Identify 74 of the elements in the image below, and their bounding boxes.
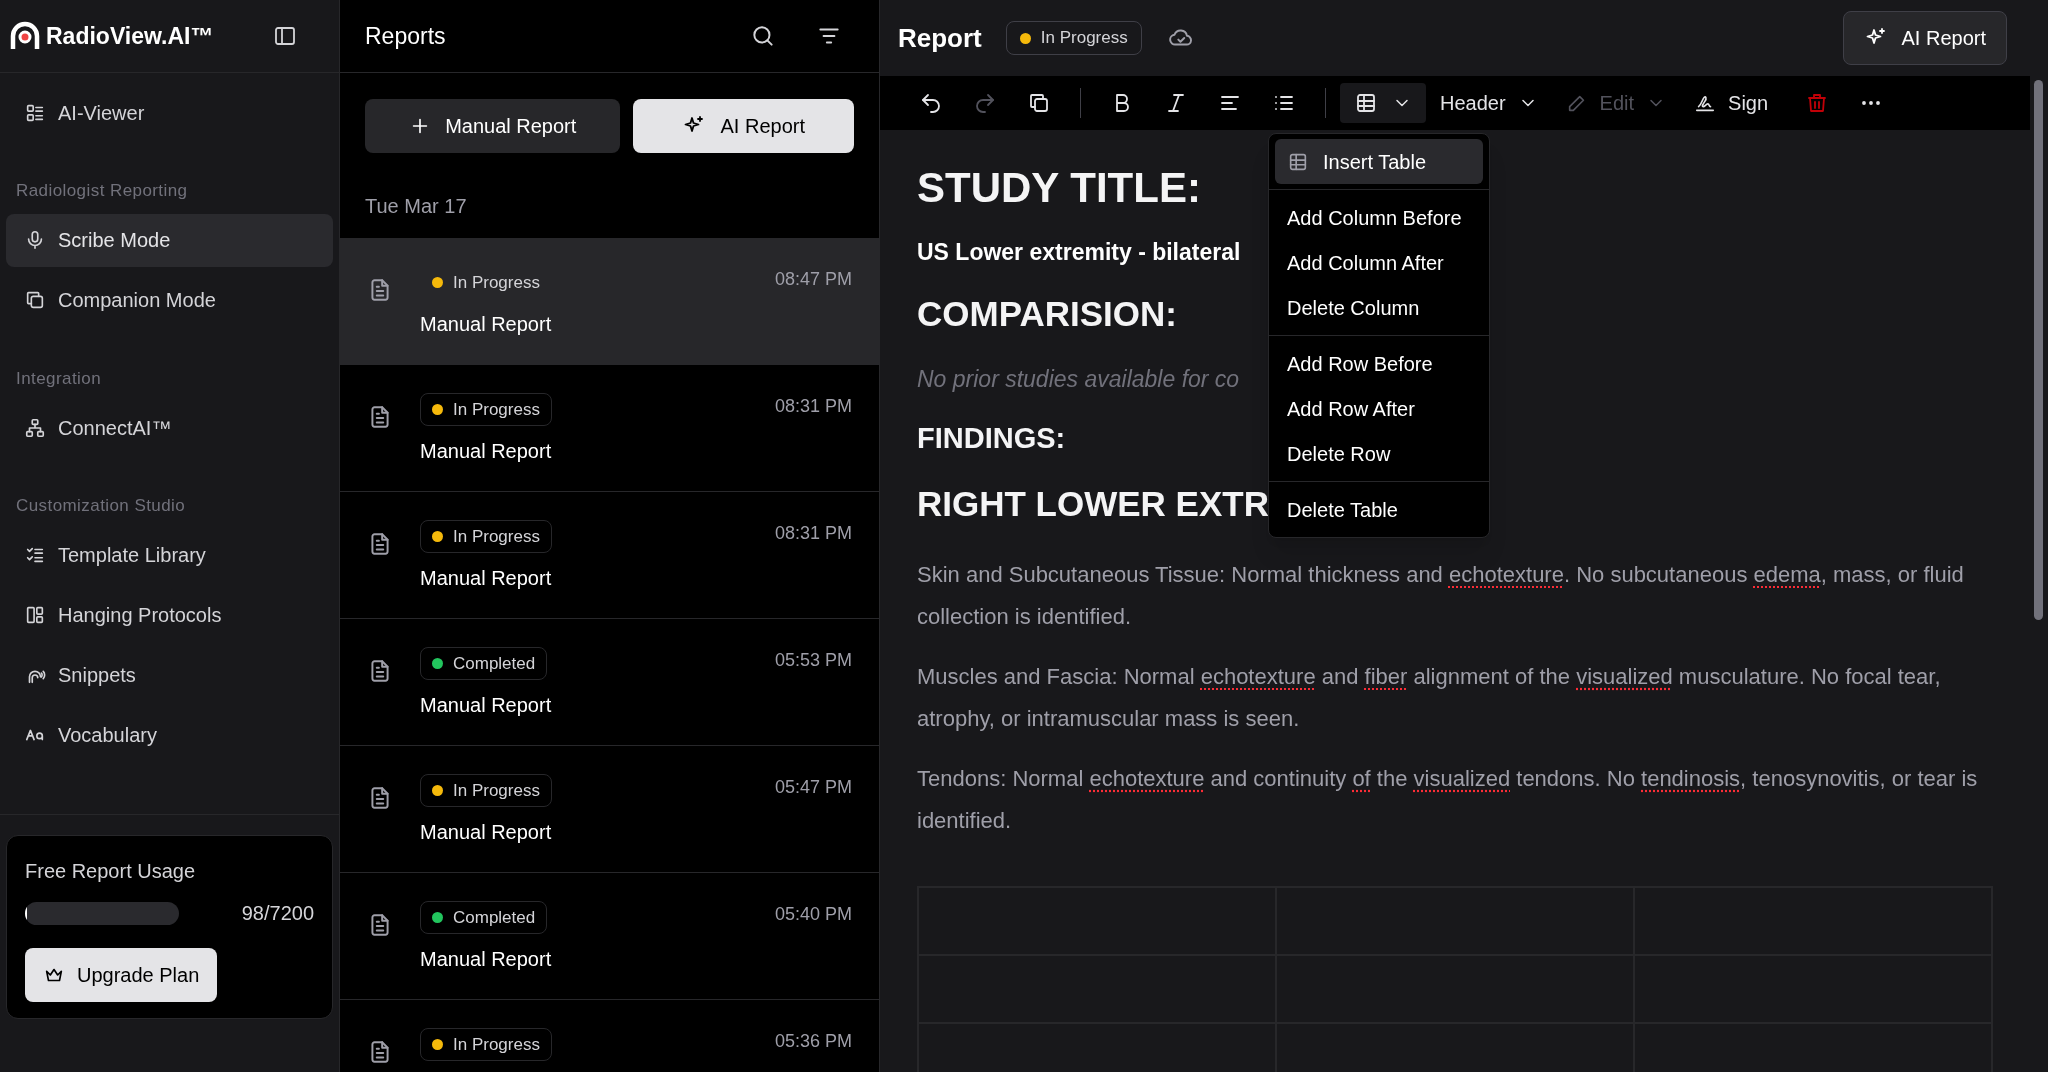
findings-paragraph: Tendons: Normal echotexture and continuity of the visualized tendons. No tendinosis, tenosynovitis, or tear is identified. (917, 765, 1979, 835)
table-button[interactable] (1340, 83, 1426, 123)
ai-report-button[interactable]: AI Report (1842, 11, 2007, 65)
more-icon (1861, 101, 1882, 105)
ai-report-button[interactable]: AI Report (633, 99, 854, 153)
upgrade-plan-button[interactable]: Upgrade Plan (25, 948, 218, 1002)
sidebar-item[interactable]: AI-Viewer (6, 86, 333, 139)
report-list-item[interactable]: In Progress Manual Report 08:47 PM (340, 238, 879, 365)
brand-name: RadioView.AI™ (46, 21, 214, 51)
findings-paragraph: Muscles and Fascia: Normal echotexture and fiber alignment of the visualized musculature. No focal tear, atrophy, or intramuscular mass is seen. (917, 663, 1942, 733)
report-time: 08:31 PM (774, 395, 852, 418)
search-icon (750, 23, 776, 49)
report-time: 05:36 PM (774, 1030, 852, 1053)
report-title: Manual Report (420, 693, 552, 718)
table-icon (1354, 91, 1378, 115)
sidebar-item[interactable]: Vocabulary (6, 708, 333, 762)
status-badge: In Progress (420, 774, 552, 807)
menu-item[interactable]: Insert Table (1275, 139, 1483, 184)
menu-item[interactable]: Delete Column (1275, 285, 1483, 330)
sidebar-item[interactable]: Companion Mode (6, 273, 333, 327)
report-title: Manual Report (420, 312, 552, 337)
study-title-text: US Lower extremity - bilateral (917, 238, 1241, 267)
sidebar-item[interactable]: Scribe Mode (6, 213, 333, 267)
report-time: 05:53 PM (774, 649, 852, 672)
sidebar-item[interactable]: Snippets (6, 648, 333, 702)
report-title: Manual Report (420, 439, 552, 464)
report-title: Manual Report (420, 820, 552, 845)
layout-icon (24, 604, 46, 626)
section-label: Radiologist Reporting (15, 180, 189, 202)
comparison-note: No prior studies available for co (917, 365, 1240, 394)
editor-title: Report (898, 21, 982, 55)
sidebar-item[interactable]: Template Library (6, 528, 333, 582)
report-title: Manual Report (420, 947, 552, 972)
sign-button[interactable]: Sign (1680, 83, 1783, 123)
status-badge: In Progress (1005, 21, 1142, 55)
usage-count: 98/7200 (241, 901, 314, 926)
findings-paragraph: Skin and Subcutaneous Tissue: Normal thickness and echotexture. No subcutaneous edema, mass, or fluid collection is identified. (917, 561, 1965, 631)
menu-item[interactable]: Add Column Before (1275, 195, 1483, 240)
section-label: Customization Studio (15, 495, 187, 517)
report-time: 05:47 PM (774, 776, 852, 799)
status-badge: In Progress (420, 1028, 552, 1061)
usage-title: Free Report Usage (25, 859, 197, 884)
status-badge: Completed (420, 647, 548, 680)
copy-icon (24, 289, 46, 311)
manual-report-button[interactable]: Manual Report (365, 99, 621, 153)
sidebar-item[interactable]: Hanging Protocols (6, 588, 333, 642)
section-label: Integration (15, 367, 102, 390)
panel-title: Reports (365, 21, 446, 51)
status-badge: In Progress (420, 393, 552, 426)
report-heading: RIGHT LOWER EXTR (917, 483, 1269, 525)
menu-item[interactable]: Add Row After (1275, 386, 1483, 431)
report-heading: COMPARISION: (917, 293, 1177, 335)
sidebar-toggle-icon (273, 24, 297, 48)
header-dropdown[interactable]: Header (1426, 83, 1552, 123)
menu-item[interactable]: Add Column After (1275, 240, 1483, 285)
report-heading: FINDINGS: (917, 421, 1066, 456)
report-time: 08:47 PM (774, 268, 852, 291)
report-time: 08:31 PM (774, 522, 852, 545)
undo-icon (919, 91, 943, 115)
status-badge: In Progress (420, 520, 552, 553)
report-heading: STUDY TITLE: (917, 163, 1201, 213)
network-icon (24, 416, 46, 439)
menu-item[interactable]: Delete Table (1275, 487, 1483, 532)
sidebar-toggle-button[interactable] (273, 24, 297, 48)
redo-icon (973, 91, 997, 115)
copy-icon (1027, 91, 1051, 115)
sidebar-item[interactable]: ConnectAI™ (6, 401, 333, 454)
date-heading: Tue Mar 17 (364, 194, 468, 219)
report-title: Manual Report (420, 566, 552, 591)
status-badge: Completed (420, 901, 548, 934)
menu-item[interactable]: Add Row Before (1275, 341, 1483, 386)
search-button[interactable] (750, 23, 776, 49)
menu-item[interactable]: Delete Row (1275, 431, 1483, 476)
report-time: 05:40 PM (774, 903, 852, 926)
